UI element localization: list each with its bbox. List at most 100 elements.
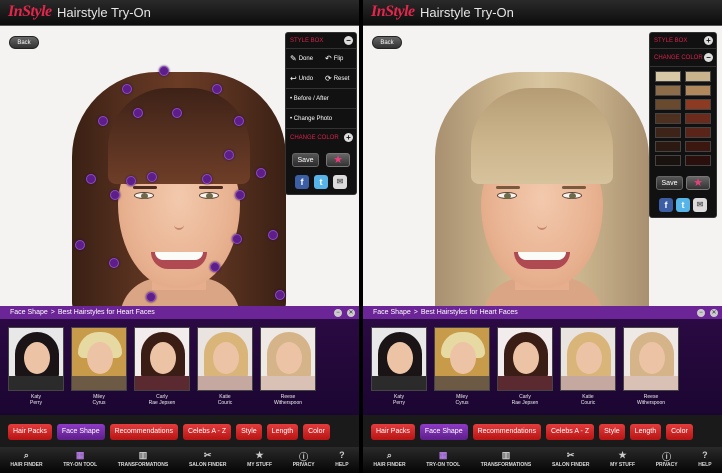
tab-celebs-a-z[interactable]: Celebs A - Z — [182, 424, 232, 440]
email-icon[interactable]: ✉ — [693, 198, 707, 212]
expand-icon[interactable]: + — [344, 133, 353, 142]
facebook-icon[interactable]: f — [659, 198, 673, 212]
nav-help[interactable]: ? HELP — [335, 450, 348, 473]
tab-hair-packs[interactable]: Hair Packs — [371, 424, 415, 440]
celebrity-thumb-katie-couric[interactable]: Katie Couric — [197, 327, 253, 406]
done-button[interactable]: ✎ Done — [286, 54, 321, 63]
nav-salon-finder[interactable]: ✂ SALON FINDER — [552, 450, 590, 473]
facebook-icon[interactable]: f — [295, 175, 309, 189]
adjust-handle[interactable] — [234, 116, 244, 126]
adjust-handle[interactable] — [275, 290, 285, 300]
celebrity-thumb-reese-witherspoon[interactable]: Reese Witherspoon — [623, 327, 679, 406]
save-button[interactable]: Save — [656, 176, 683, 190]
adjust-handle[interactable] — [212, 84, 222, 94]
tab-recommendations[interactable]: Recommendations — [472, 424, 541, 440]
nav-privacy[interactable]: ⓘ PRIVACY — [293, 450, 315, 473]
collapse-icon[interactable]: − — [344, 36, 353, 45]
nav-my-stuff[interactable]: ★ MY STUFF — [247, 450, 272, 473]
undo-button[interactable]: ↩ Undo — [286, 74, 321, 83]
email-icon[interactable]: ✉ — [333, 175, 347, 189]
color-swatch[interactable] — [655, 113, 681, 124]
celebrity-thumb-carly-rae-jepsen[interactable]: Carly Rae Jepsen — [497, 327, 553, 406]
celebrity-thumb-katie-couric[interactable]: Katie Couric — [560, 327, 616, 406]
nav-my-stuff[interactable]: ★ MY STUFF — [610, 450, 635, 473]
color-swatch[interactable] — [655, 141, 681, 152]
save-button[interactable]: Save — [292, 153, 319, 167]
color-swatch[interactable] — [655, 71, 681, 82]
adjust-handle[interactable] — [98, 116, 108, 126]
celebrity-thumb-katy-perry[interactable]: Katy Perry — [8, 327, 64, 406]
nav-privacy[interactable]: ⓘ PRIVACY — [656, 450, 678, 473]
color-swatch[interactable] — [685, 141, 711, 152]
change-color-toggle[interactable]: CHANGE COLOR + — [286, 129, 356, 147]
color-swatch[interactable] — [685, 155, 711, 166]
adjust-handle[interactable] — [232, 234, 242, 244]
color-swatch[interactable] — [685, 127, 711, 138]
tab-length[interactable]: Length — [629, 424, 662, 440]
favorite-star-icon[interactable]: ★ — [686, 176, 710, 190]
nav-transformations[interactable]: ▥ TRANSFORMATIONS — [481, 450, 531, 473]
photo-canvas[interactable]: Back STYLE BOX − ✎ Done ↶ Flip ↩ Undo ⟳ Rese… — [0, 26, 359, 306]
change-color-toggle[interactable]: CHANGE COLOR − — [650, 49, 716, 67]
color-swatch[interactable] — [655, 155, 681, 166]
back-button[interactable]: Back — [9, 36, 39, 49]
adjust-handle[interactable] — [133, 108, 143, 118]
nav-hair-finder[interactable]: ⌕ HAIR FINDER — [373, 450, 405, 473]
celebrity-thumb-katy-perry[interactable]: Katy Perry — [371, 327, 427, 406]
adjust-handle[interactable] — [210, 262, 220, 272]
nav-transformations[interactable]: ▥ TRANSFORMATIONS — [118, 450, 168, 473]
adjust-handle[interactable] — [224, 150, 234, 160]
collapse-icon[interactable]: − — [704, 53, 713, 62]
nav-salon-finder[interactable]: ✂ SALON FINDER — [189, 450, 227, 473]
tab-style[interactable]: Style — [599, 424, 625, 440]
close-icon[interactable]: ✕ — [347, 309, 355, 317]
tab-color[interactable]: Color — [303, 424, 330, 440]
before-after-button[interactable]: • Before / After — [286, 89, 356, 109]
adjust-handle[interactable] — [146, 292, 156, 302]
celebrity-thumb-miley-cyrus[interactable]: Miley Cyrus — [434, 327, 490, 406]
color-swatch[interactable] — [685, 99, 711, 110]
adjust-handle[interactable] — [122, 84, 132, 94]
adjust-handle[interactable] — [109, 258, 119, 268]
adjust-handle[interactable] — [235, 190, 245, 200]
close-icon[interactable]: ✕ — [710, 309, 718, 317]
tab-hair-packs[interactable]: Hair Packs — [8, 424, 52, 440]
color-swatch[interactable] — [685, 85, 711, 96]
color-swatch[interactable] — [655, 99, 681, 110]
celebrity-thumb-carly-rae-jepsen[interactable]: Carly Rae Jepsen — [134, 327, 190, 406]
minimize-icon[interactable]: − — [334, 309, 342, 317]
breadcrumb-face-shape[interactable]: Face Shape — [373, 309, 411, 316]
adjust-handle[interactable] — [75, 240, 85, 250]
nav-try-on-tool[interactable]: ▦ TRY-ON TOOL — [63, 450, 97, 473]
nav-hair-finder[interactable]: ⌕ HAIR FINDER — [10, 450, 42, 473]
color-swatch[interactable] — [685, 113, 711, 124]
reset-button[interactable]: ⟳ Reset — [321, 74, 356, 83]
adjust-handle[interactable] — [110, 190, 120, 200]
tab-celebs-a-z[interactable]: Celebs A - Z — [545, 424, 595, 440]
color-swatch[interactable] — [655, 85, 681, 96]
color-swatch[interactable] — [655, 127, 681, 138]
adjust-handle[interactable] — [147, 172, 157, 182]
adjust-handle[interactable] — [159, 66, 169, 76]
nav-try-on-tool[interactable]: ▦ TRY-ON TOOL — [426, 450, 460, 473]
adjust-handle[interactable] — [202, 174, 212, 184]
celebrity-thumb-miley-cyrus[interactable]: Miley Cyrus — [71, 327, 127, 406]
favorite-star-icon[interactable]: ★ — [326, 153, 350, 167]
tab-face-shape[interactable]: Face Shape — [56, 424, 105, 440]
nav-help[interactable]: ? HELP — [698, 450, 711, 473]
twitter-icon[interactable]: t — [314, 175, 328, 189]
adjust-handle[interactable] — [268, 230, 278, 240]
tab-style[interactable]: Style — [236, 424, 262, 440]
minimize-icon[interactable]: − — [697, 309, 705, 317]
back-button[interactable]: Back — [372, 36, 402, 49]
tab-face-shape[interactable]: Face Shape — [419, 424, 468, 440]
tab-recommendations[interactable]: Recommendations — [109, 424, 178, 440]
breadcrumb-face-shape[interactable]: Face Shape — [10, 309, 48, 316]
change-photo-button[interactable]: • Change Photo — [286, 109, 356, 129]
color-swatch[interactable] — [685, 71, 711, 82]
expand-icon[interactable]: + — [704, 36, 713, 45]
tab-length[interactable]: Length — [266, 424, 299, 440]
celebrity-thumb-reese-witherspoon[interactable]: Reese Witherspoon — [260, 327, 316, 406]
adjust-handle[interactable] — [86, 174, 96, 184]
adjust-handle[interactable] — [172, 108, 182, 118]
